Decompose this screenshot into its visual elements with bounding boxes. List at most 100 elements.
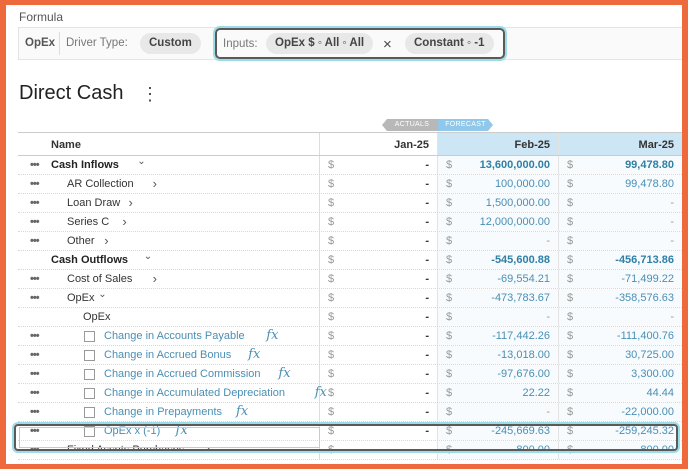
input-chip-constant[interactable]: Constant ◦ -1 bbox=[405, 33, 494, 54]
driver-type-chip[interactable]: Custom bbox=[140, 33, 201, 54]
table-row[interactable]: ••• Change in Accrued Commission fx $ - $ -97,… bbox=[18, 365, 682, 384]
row-checkbox[interactable] bbox=[84, 350, 95, 361]
value-cell-feb[interactable]: $ -97,676.00 bbox=[438, 365, 559, 383]
value-cell-mar[interactable]: $ - bbox=[559, 194, 682, 212]
row-menu-icon[interactable]: ••• bbox=[30, 235, 40, 247]
value-cell-feb[interactable]: $22.22 bbox=[438, 384, 559, 402]
table-row[interactable]: ••• Other › $ - $ - $ - bbox=[18, 232, 682, 251]
value-cell-mar[interactable]: $44.44 bbox=[559, 384, 682, 402]
row-checkbox[interactable] bbox=[84, 331, 95, 342]
value-cell-mar[interactable]: $30,725.00 bbox=[559, 346, 682, 364]
table-row[interactable]: ••• Series C › $ - $12,000,000.00 $ - bbox=[18, 213, 682, 232]
value-cell-mar[interactable]: $ - bbox=[559, 232, 682, 250]
value-cell-feb[interactable]: $ - bbox=[438, 232, 559, 250]
value-cell-jan[interactable]: $ - bbox=[320, 403, 438, 421]
row-menu-icon[interactable]: ••• bbox=[30, 349, 40, 361]
row-menu-icon[interactable]: ••• bbox=[30, 387, 40, 399]
currency-symbol: $ bbox=[446, 273, 453, 285]
formula-icon[interactable]: fx bbox=[236, 404, 248, 419]
table-row[interactable]: ••• OpEx ⌄ $ - $ -473,783.67 $ -358,576.63 bbox=[18, 289, 682, 308]
row-label[interactable]: Change in Prepayments bbox=[104, 406, 222, 418]
row-label[interactable]: Change in Accumulated Depreciation bbox=[104, 387, 285, 399]
row-menu-icon[interactable]: ••• bbox=[30, 159, 40, 171]
multiply-icon[interactable]: × bbox=[383, 36, 392, 53]
chevron-down-icon[interactable]: ⌄ bbox=[144, 251, 152, 262]
row-label[interactable]: Change in Accrued Commission bbox=[104, 368, 261, 380]
kebab-icon[interactable]: ⋮ bbox=[141, 85, 159, 103]
value-cell-mar[interactable]: $3,300.00 bbox=[559, 365, 682, 383]
value-cell-jan[interactable]: $ - bbox=[320, 251, 438, 269]
table-row[interactable]: ••• Loan Draw › $ - $1,500,000.00 $ - bbox=[18, 194, 682, 213]
value-cell-feb[interactable]: $ - bbox=[438, 308, 559, 326]
value-cell-jan[interactable]: $ - bbox=[320, 213, 438, 231]
table-row[interactable]: ••• Cash Inflows ⌄ $ - $13,600,000.00 $99,478.… bbox=[18, 156, 682, 175]
chevron-down-icon[interactable]: ⌄ bbox=[137, 156, 145, 167]
value-cell-jan[interactable]: $ - bbox=[320, 232, 438, 250]
row-menu-icon[interactable]: ••• bbox=[30, 406, 40, 418]
row-menu-icon[interactable]: ••• bbox=[30, 273, 40, 285]
formula-icon[interactable]: fx bbox=[266, 328, 278, 343]
chevron-down-icon[interactable]: ⌄ bbox=[98, 289, 106, 300]
chevron-right-icon[interactable]: › bbox=[153, 271, 157, 286]
value-cell-mar[interactable]: $ -111,400.76 bbox=[559, 327, 682, 345]
table-row[interactable]: ••• Change in Accrued Bonus fx $ - $ -13,018.0… bbox=[18, 346, 682, 365]
row-menu-icon[interactable]: ••• bbox=[30, 216, 40, 228]
value-cell-jan[interactable]: $ - bbox=[320, 156, 438, 174]
column-header-feb[interactable]: Feb-25 bbox=[515, 139, 550, 151]
value-cell-feb[interactable]: $ -545,600.88 bbox=[438, 251, 559, 269]
value-cell-mar[interactable]: $ -456,713.86 bbox=[559, 251, 682, 269]
value-cell-jan[interactable]: $ - bbox=[320, 194, 438, 212]
column-header-jan[interactable]: Jan-25 bbox=[394, 139, 429, 151]
value-cell-jan[interactable]: $ - bbox=[320, 384, 438, 402]
row-menu-icon[interactable]: ••• bbox=[30, 197, 40, 209]
value-cell-mar[interactable]: $ - bbox=[559, 213, 682, 231]
value-cell-jan[interactable]: $ - bbox=[320, 270, 438, 288]
column-header-name[interactable]: Name bbox=[51, 139, 81, 151]
row-label[interactable]: Change in Accrued Bonus bbox=[104, 349, 231, 361]
value-cell-mar[interactable]: $ -22,000.00 bbox=[559, 403, 682, 421]
value-cell-mar[interactable]: $99,478.80 bbox=[559, 175, 682, 193]
chevron-right-icon[interactable]: › bbox=[153, 176, 157, 191]
value-cell-mar[interactable]: $ -71,499.22 bbox=[559, 270, 682, 288]
row-menu-icon[interactable]: ••• bbox=[30, 368, 40, 380]
row-checkbox[interactable] bbox=[84, 407, 95, 418]
row-checkbox[interactable] bbox=[84, 388, 95, 399]
column-header-mar[interactable]: Mar-25 bbox=[639, 139, 674, 151]
value-cell-feb[interactable]: $ -69,554.21 bbox=[438, 270, 559, 288]
value-cell-jan[interactable]: $ - bbox=[320, 346, 438, 364]
chevron-right-icon[interactable]: › bbox=[122, 214, 126, 229]
row-menu-icon[interactable]: ••• bbox=[30, 330, 40, 342]
value-cell-jan[interactable]: $ - bbox=[320, 308, 438, 326]
value-cell-feb[interactable]: $ -473,783.67 bbox=[438, 289, 559, 307]
value-cell-jan[interactable]: $ - bbox=[320, 175, 438, 193]
table-row[interactable]: ••• AR Collection › $ - $100,000.00 $99,478.80 bbox=[18, 175, 682, 194]
value-cell-jan[interactable]: $ - bbox=[320, 365, 438, 383]
value-cell-mar[interactable]: $ - bbox=[559, 308, 682, 326]
value-cell-feb[interactable]: $100,000.00 bbox=[438, 175, 559, 193]
table-row[interactable]: Cash Outflows ⌄ $ - $ -545,600.88 $ -456,713.86 bbox=[18, 251, 682, 270]
table-row[interactable]: OpEx $ - $ - $ - bbox=[18, 308, 682, 327]
value-cell-feb[interactable]: $ -13,018.00 bbox=[438, 346, 559, 364]
row-menu-icon[interactable]: ••• bbox=[30, 292, 40, 304]
value-cell-jan[interactable]: $ - bbox=[320, 327, 438, 345]
chevron-right-icon[interactable]: › bbox=[104, 233, 108, 248]
row-label[interactable]: Change in Accounts Payable bbox=[104, 330, 245, 342]
table-row[interactable]: ••• Change in Prepayments fx $ - $ - $ -22,000.0… bbox=[18, 403, 682, 422]
value-cell-jan[interactable]: $ - bbox=[320, 289, 438, 307]
value-cell-feb[interactable]: $1,500,000.00 bbox=[438, 194, 559, 212]
value-cell-feb[interactable]: $ -117,442.26 bbox=[438, 327, 559, 345]
row-menu-icon[interactable]: ••• bbox=[30, 178, 40, 190]
table-row[interactable]: ••• Change in Accumulated Depreciation fx $… bbox=[18, 384, 682, 403]
table-row[interactable]: ••• Change in Accounts Payable fx $ - $ -117,4… bbox=[18, 327, 682, 346]
value-cell-feb[interactable]: $12,000,000.00 bbox=[438, 213, 559, 231]
value-cell-feb[interactable]: $13,600,000.00 bbox=[438, 156, 559, 174]
row-checkbox[interactable] bbox=[84, 369, 95, 380]
formula-icon[interactable]: fx bbox=[248, 347, 260, 362]
table-row[interactable]: ••• Cost of Sales › $ - $ -69,554.21 $ -71,499.2… bbox=[18, 270, 682, 289]
chevron-right-icon[interactable]: › bbox=[128, 195, 132, 210]
input-chip-opex[interactable]: OpEx $ ◦ All ◦ All bbox=[266, 33, 374, 54]
value-cell-mar[interactable]: $99,478.80 bbox=[559, 156, 682, 174]
value-cell-feb[interactable]: $ - bbox=[438, 403, 559, 421]
value-cell-mar[interactable]: $ -358,576.63 bbox=[559, 289, 682, 307]
formula-icon[interactable]: fx bbox=[278, 366, 290, 381]
